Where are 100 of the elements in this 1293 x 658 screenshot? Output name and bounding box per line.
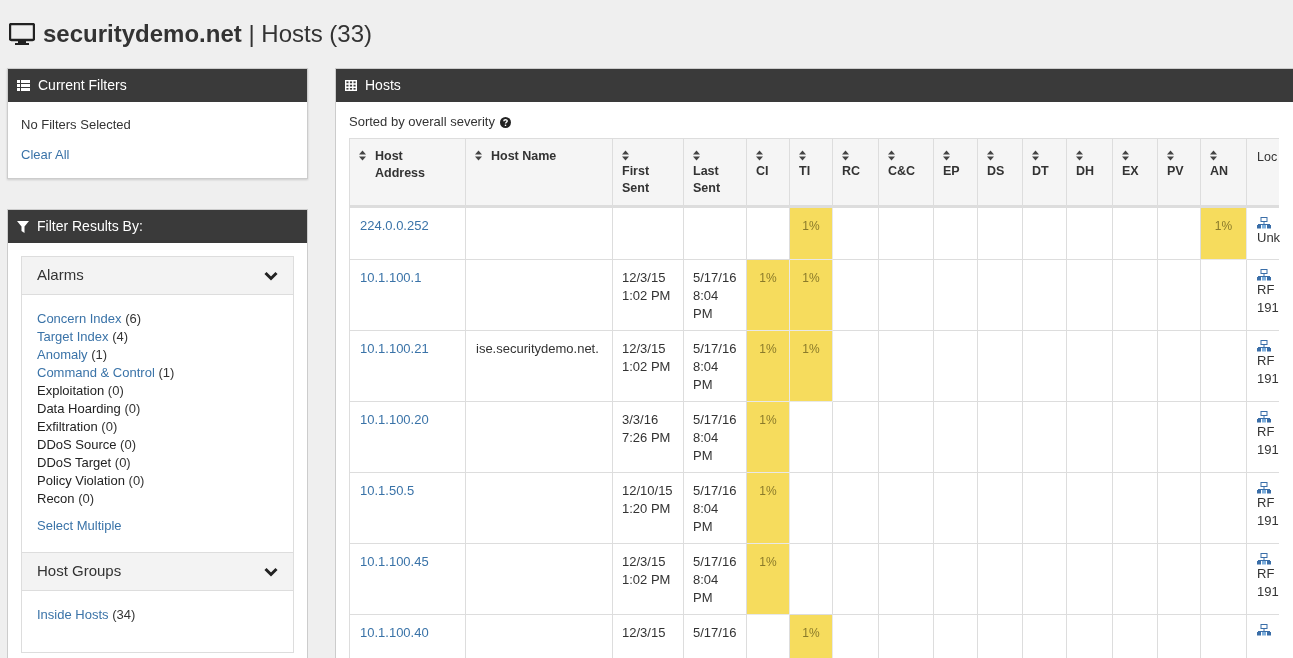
group-title: Host Groups xyxy=(37,561,122,582)
site-name: securitydemo.net xyxy=(43,20,242,47)
sort-icon xyxy=(987,150,994,161)
column-header[interactable]: AN xyxy=(1200,138,1247,207)
filter-count: (0) xyxy=(78,491,95,506)
location-text: 191 xyxy=(1257,370,1279,388)
table-icon xyxy=(345,80,357,91)
sort-icon xyxy=(1122,150,1129,161)
filter-link[interactable]: Inside Hosts xyxy=(37,607,109,622)
filter-link[interactable]: Anomaly xyxy=(37,347,88,362)
column-header[interactable]: DS xyxy=(977,138,1023,207)
select-multiple-link[interactable]: Select Multiple xyxy=(37,518,122,533)
network-icon xyxy=(1257,340,1271,352)
date-cell: 5/17/16 8:04 PM xyxy=(683,330,747,402)
sort-icon xyxy=(943,150,950,161)
filter-link[interactable]: Command & Control xyxy=(37,365,155,380)
filter-count: (0) xyxy=(107,383,124,398)
filter-label: Data Hoarding xyxy=(37,401,121,416)
host-address-link[interactable]: 10.1.100.20 xyxy=(360,412,429,427)
clear-all-link[interactable]: Clear All xyxy=(21,144,70,164)
date-cell: 12/3/15 1:02 PM xyxy=(612,330,684,402)
severity-cell: 1% xyxy=(746,330,790,402)
sort-icon xyxy=(1076,150,1083,161)
group-header[interactable]: Host Groups xyxy=(22,553,293,591)
column-header[interactable]: Host Name xyxy=(465,138,613,207)
column-header[interactable]: Loc xyxy=(1246,138,1279,207)
filter-label: Recon xyxy=(37,491,75,506)
filter-count: (1) xyxy=(91,347,108,362)
sort-icon xyxy=(622,150,629,161)
date-cell: 5/17/16 8:04 PM xyxy=(683,401,747,473)
column-header[interactable]: First Sent xyxy=(612,138,684,207)
severity-cell: 1% xyxy=(789,614,833,658)
list-icon xyxy=(17,80,30,91)
host-address-link[interactable]: 224.0.0.252 xyxy=(360,218,429,233)
host-address-link[interactable]: 10.1.100.45 xyxy=(360,554,429,569)
severity-cell: 1% xyxy=(746,259,790,331)
page-title: Hosts (33) xyxy=(261,20,372,47)
column-header[interactable]: Host Address xyxy=(349,138,466,207)
date-cell: 12/3/15 1:02 PM xyxy=(612,543,684,615)
location-text: RF xyxy=(1257,281,1275,299)
location-text: 191 xyxy=(1257,512,1279,530)
column-header[interactable]: RC xyxy=(832,138,879,207)
filter-label: Exploitation xyxy=(37,383,105,398)
column-header[interactable]: EP xyxy=(933,138,978,207)
network-icon xyxy=(1257,269,1271,281)
filter-icon xyxy=(17,220,29,233)
filter-label: Policy Violation xyxy=(37,473,125,488)
network-icon xyxy=(1257,217,1271,229)
column-header[interactable]: CI xyxy=(746,138,790,207)
filter-link[interactable]: Concern Index xyxy=(37,311,122,326)
location-text: RF xyxy=(1257,423,1275,441)
column-header[interactable]: C&C xyxy=(878,138,934,207)
column-header[interactable]: EX xyxy=(1112,138,1158,207)
sort-icon xyxy=(842,150,849,161)
network-icon xyxy=(1257,624,1271,636)
host-address-link[interactable]: 10.1.100.21 xyxy=(360,341,429,356)
date-cell: 5/17/16 8:04 PM xyxy=(683,259,747,331)
help-icon[interactable] xyxy=(499,116,511,128)
network-icon xyxy=(1257,482,1271,494)
location-text: RF xyxy=(1257,494,1275,512)
filter-label: Exfiltration xyxy=(37,419,98,434)
sort-icon xyxy=(756,150,763,161)
sort-icon xyxy=(799,150,806,161)
location-text: 191 xyxy=(1257,299,1279,317)
sort-note: Sorted by overall severity xyxy=(349,113,495,132)
location-text: RF xyxy=(1257,565,1275,583)
severity-cell: 1% xyxy=(746,472,790,544)
sort-icon xyxy=(888,150,895,161)
location-text: 191 xyxy=(1257,583,1279,601)
column-header[interactable]: Last Sent xyxy=(683,138,747,207)
host-name-cell: ise.securitydemo.net. xyxy=(465,330,613,402)
filter-label: DDoS Source xyxy=(37,437,117,452)
panel-title: Filter Results By: xyxy=(37,217,143,236)
sort-icon xyxy=(693,150,700,161)
column-header[interactable]: DH xyxy=(1066,138,1113,207)
filter-count: (0) xyxy=(120,437,136,452)
date-cell: 12/10/15 1:20 PM xyxy=(612,472,684,544)
panel-title: Hosts xyxy=(365,76,401,95)
filter-label: DDoS Target xyxy=(37,455,112,470)
group-header[interactable]: Alarms xyxy=(22,257,293,295)
sort-icon xyxy=(1167,150,1174,161)
host-address-link[interactable]: 10.1.50.5 xyxy=(360,483,415,498)
host-address-link[interactable]: 10.1.100.1 xyxy=(360,270,422,285)
network-icon xyxy=(1257,411,1271,423)
column-header[interactable]: PV xyxy=(1157,138,1201,207)
sort-icon xyxy=(359,150,366,161)
filter-count: (1) xyxy=(158,365,175,380)
sort-icon xyxy=(1032,150,1039,161)
severity-cell: 1% xyxy=(746,543,790,615)
column-header[interactable]: TI xyxy=(789,138,833,207)
column-header[interactable]: DT xyxy=(1022,138,1067,207)
chevron-icon xyxy=(264,566,278,577)
filter-count: (4) xyxy=(112,329,129,344)
filter-link[interactable]: Target Index xyxy=(37,329,109,344)
severity-cell: 1% xyxy=(1200,206,1247,260)
sort-icon xyxy=(475,150,482,161)
filter-count: (0) xyxy=(124,401,141,416)
sort-icon xyxy=(1210,150,1217,161)
filter-count: (0) xyxy=(114,455,131,470)
location-text: RF xyxy=(1257,352,1275,370)
